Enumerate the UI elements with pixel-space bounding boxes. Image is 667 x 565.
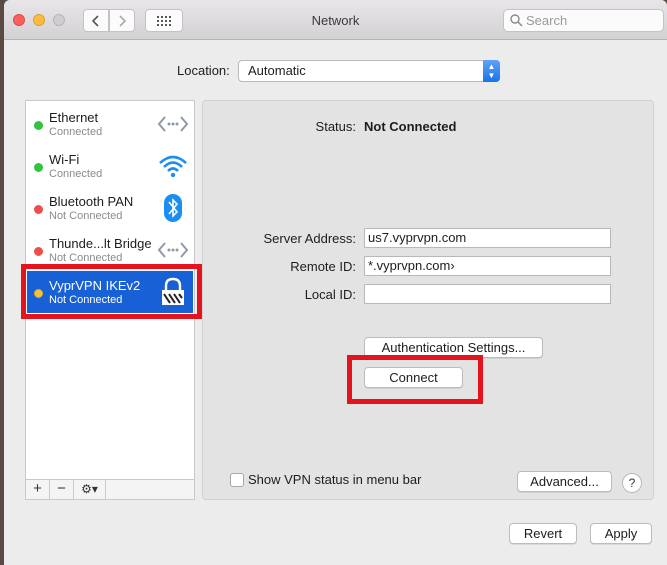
remove-service-button[interactable]: − — [50, 480, 74, 499]
search-icon — [510, 14, 523, 27]
thunderbolt-arrows-icon — [157, 235, 189, 265]
ethernet-arrows-icon — [157, 109, 189, 139]
action-menu-button[interactable]: ⚙▾ — [74, 480, 106, 499]
status-value: Not Connected — [364, 119, 457, 134]
revert-button[interactable]: Revert — [509, 523, 577, 544]
status-dot-red — [34, 205, 43, 214]
select-arrows-icon: ▲ ▼ — [483, 60, 500, 82]
service-item-ethernet[interactable]: Ethernet Connected — [27, 103, 193, 145]
wifi-icon — [157, 151, 189, 181]
location-label: Location: — [177, 63, 230, 78]
location-select[interactable]: Automatic ▲ ▼ — [238, 60, 500, 82]
status-dot-red — [34, 247, 43, 256]
service-name: Bluetooth PAN — [49, 194, 134, 209]
add-service-button[interactable]: + — [26, 480, 50, 499]
vpn-detail-panel: Status: Not Connected Server Address: us… — [202, 100, 654, 500]
highlight-box-vpn-service — [21, 264, 202, 319]
sidebar-footer: + − ⚙▾ — [26, 479, 194, 499]
title-bar: Network Search — [4, 0, 667, 40]
bluetooth-icon — [157, 193, 189, 223]
service-status: Not Connected — [49, 210, 123, 222]
highlight-box-connect — [347, 355, 483, 404]
apply-button[interactable]: Apply — [590, 523, 652, 544]
remote-id-label: Remote ID: — [290, 259, 356, 274]
service-item-bluetooth-pan[interactable]: Bluetooth PAN Not Connected — [27, 187, 193, 229]
local-id-field[interactable] — [364, 284, 611, 304]
advanced-button[interactable]: Advanced... — [517, 471, 612, 492]
show-vpn-status-checkbox[interactable] — [230, 473, 244, 487]
server-address-field[interactable]: us7.vyprvpn.com — [364, 228, 611, 248]
remote-id-field[interactable]: *.vyprvpn.com› — [364, 256, 611, 276]
status-dot-green — [34, 163, 43, 172]
local-id-label: Local ID: — [304, 287, 356, 302]
service-status: Connected — [49, 126, 103, 138]
service-status: Not Connected — [49, 252, 123, 264]
service-name: Thunde...lt Bridge — [49, 236, 152, 251]
network-preferences-window: Network Search Location: Automatic ▲ ▼ Et… — [4, 0, 667, 565]
service-item-wifi[interactable]: Wi-Fi Connected — [27, 145, 193, 187]
status-dot-green — [34, 121, 43, 130]
show-vpn-status-label: Show VPN status in menu bar — [248, 472, 422, 487]
help-button[interactable]: ? — [622, 473, 642, 493]
service-name: Wi-Fi — [49, 152, 80, 167]
server-address-label: Server Address: — [263, 231, 357, 246]
search-placeholder: Search — [526, 13, 568, 28]
service-status: Connected — [49, 168, 103, 180]
status-label: Status: — [315, 119, 356, 134]
location-value: Automatic — [248, 63, 306, 78]
service-name: Ethernet — [49, 110, 99, 125]
search-field[interactable]: Search — [503, 9, 664, 32]
